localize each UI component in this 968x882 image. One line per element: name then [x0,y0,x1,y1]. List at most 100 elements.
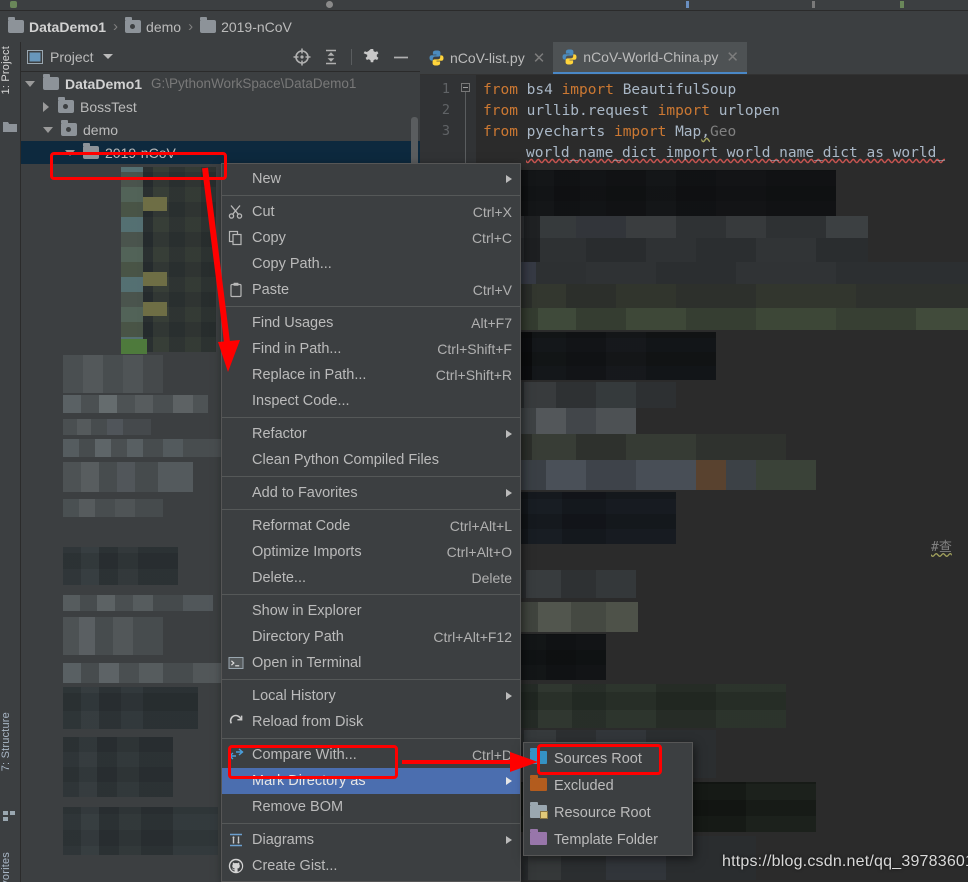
menu-item-label: Delete... [252,570,306,586]
close-icon[interactable]: ✕ [726,48,739,66]
diagram-icon [228,832,246,848]
menu-item-new[interactable]: New [222,166,520,192]
gear-icon[interactable] [363,48,381,66]
toolbar-icon-run[interactable] [10,1,17,8]
project-icon [3,122,17,132]
close-icon[interactable]: ✕ [533,49,546,67]
editor-tab-bar: nCoV-list.py ✕ nCoV-World-China.py ✕ [420,42,968,75]
toolbar-icon-vcs[interactable] [686,1,689,8]
menu-item-shortcut: Ctrl+Alt+O [446,544,512,560]
twisty-open-icon[interactable] [43,126,53,133]
menu-item-compare-with[interactable]: Compare With... Ctrl+D [222,742,520,768]
tree-node-label: BossTest [80,98,137,115]
menu-item-remove-bom[interactable]: Remove BOM [222,794,520,820]
menu-item-replace-in-path[interactable]: Replace in Path... Ctrl+Shift+R [222,362,520,388]
sidebar-item-project[interactable]: 1: Project [0,46,21,94]
menu-item-directory-path[interactable]: Directory Path Ctrl+Alt+F12 [222,624,520,650]
folder-icon [200,17,217,33]
submenu-item-label: Excluded [554,777,614,794]
menu-item-delete[interactable]: Delete... Delete [222,565,520,591]
menu-item-add-to-favorites[interactable]: Add to Favorites [222,480,520,506]
tree-node-label: DataDemo1 [65,75,143,92]
sidebar-item-structure[interactable]: 7: Structure [0,712,21,771]
menu-icon-placeholder [228,603,246,619]
menu-item-inspect-code[interactable]: Inspect Code... [222,388,520,414]
tab-label: nCoV-list.py [450,50,525,66]
menu-item-copy[interactable]: Copy Ctrl+C [222,225,520,251]
submenu-item-sources-root[interactable]: Sources Root [524,745,692,772]
menu-separator [222,679,520,680]
breadcrumb-item-2019-ncov[interactable]: 2019-nCoV [200,17,292,35]
menu-item-diagrams[interactable]: Diagrams [222,827,520,853]
fold-toggle-icon[interactable] [461,83,470,92]
menu-item-label: Remove BOM [252,799,344,815]
folder-icon [83,143,99,159]
menu-item-refactor[interactable]: Refactor [222,421,520,447]
twisty-open-icon[interactable] [65,149,75,156]
menu-item-cut[interactable]: Cut Ctrl+X [222,199,520,225]
submenu-item-template-folder[interactable]: Template Folder [524,826,692,853]
compare-icon [228,747,246,763]
breadcrumb-label: demo [146,18,182,35]
project-window-icon [27,49,43,64]
menu-item-copy-path[interactable]: Copy Path... [222,251,520,277]
menu-item-label: New [252,171,282,187]
menu-item-label: Open in Terminal [252,655,362,671]
submenu-arrow-icon [506,489,512,497]
terminal-icon [228,655,246,671]
submenu-item-excluded[interactable]: Excluded [524,772,692,799]
submenu-item-resource-root[interactable]: Resource Root [524,799,692,826]
menu-item-label: Mark Directory as [252,773,366,789]
breadcrumb-label: DataDemo1 [29,18,107,35]
breadcrumb-item-datademo1[interactable]: DataDemo1 [8,17,107,35]
menu-item-optimize-imports[interactable]: Optimize Imports Ctrl+Alt+O [222,539,520,565]
sidebar-item-favorites[interactable]: vorites [0,852,21,882]
menu-item-reformat-code[interactable]: Reformat Code Ctrl+Alt+L [222,513,520,539]
menu-item-local-history[interactable]: Local History [222,683,520,709]
menu-item-show-in-explorer[interactable]: Show in Explorer [222,598,520,624]
menu-item-open-in-terminal[interactable]: Open in Terminal [222,650,520,676]
chevron-down-icon[interactable] [102,54,113,59]
line-number: 1 [441,81,450,97]
tree-row[interactable]: demo [21,118,420,141]
menu-item-create-gist[interactable]: Create Gist... [222,853,520,879]
excluded-folder-icon [530,774,548,794]
breadcrumb-item-demo[interactable]: demo [125,17,182,35]
menu-item-shortcut: Ctrl+Alt+L [449,518,512,534]
toolbar-icon-settings[interactable] [326,1,333,8]
code-line-1: from bs4 import BeautifulSoup [483,82,737,98]
tree-row-selected-2019-ncov[interactable]: 2019-nCoV [21,141,420,164]
breadcrumb-separator: › [113,18,119,35]
locate-icon[interactable] [293,48,311,66]
menu-item-mark-directory-as[interactable]: Mark Directory as [222,768,520,794]
menu-item-clean-python-compiled-files[interactable]: Clean Python Compiled Files [222,447,520,473]
minimize-icon[interactable] [392,48,410,66]
project-panel-header: Project [21,42,420,72]
resource-root-folder-icon [530,801,548,821]
toolbar-icon-help[interactable] [900,1,904,8]
submenu-item-label: Sources Root [554,750,642,767]
tree-row[interactable]: DataDemo1 G:\PythonWorkSpace\DataDemo1 [21,72,420,95]
menu-item-label: Create Gist... [252,858,338,874]
breadcrumb-separator: › [188,18,194,35]
menu-item-find-in-path[interactable]: Find in Path... Ctrl+Shift+F [222,336,520,362]
mark-directory-as-submenu[interactable]: Sources Root Excluded Resource Root Temp… [523,742,693,856]
collapse-all-icon[interactable] [322,48,340,66]
twisty-closed-icon[interactable] [43,101,49,112]
tab-ncov-list[interactable]: nCoV-list.py ✕ [420,42,553,74]
menu-item-find-usages[interactable]: Find Usages Alt+F7 [222,310,520,336]
menu-item-reload-from-disk[interactable]: Reload from Disk [222,709,520,735]
toolbar-icon-search[interactable] [812,1,815,8]
submenu-arrow-icon [506,836,512,844]
menu-separator [222,509,520,510]
menu-item-label: Clean Python Compiled Files [252,452,439,468]
context-menu[interactable]: New Cut Ctrl+X Copy Ctrl+C Copy Path... … [221,163,521,882]
left-tool-window-bar: 1: Project 7: Structure vorites [0,42,21,882]
tab-ncov-world-china[interactable]: nCoV-World-China.py ✕ [553,42,747,74]
menu-item-paste[interactable]: Paste Ctrl+V [222,277,520,303]
menu-item-label: Reload from Disk [252,714,364,730]
menu-icon-placeholder [228,544,246,560]
tree-node-path: G:\PythonWorkSpace\DataDemo1 [151,76,357,91]
tree-row[interactable]: BossTest [21,95,420,118]
twisty-open-icon[interactable] [25,80,35,87]
